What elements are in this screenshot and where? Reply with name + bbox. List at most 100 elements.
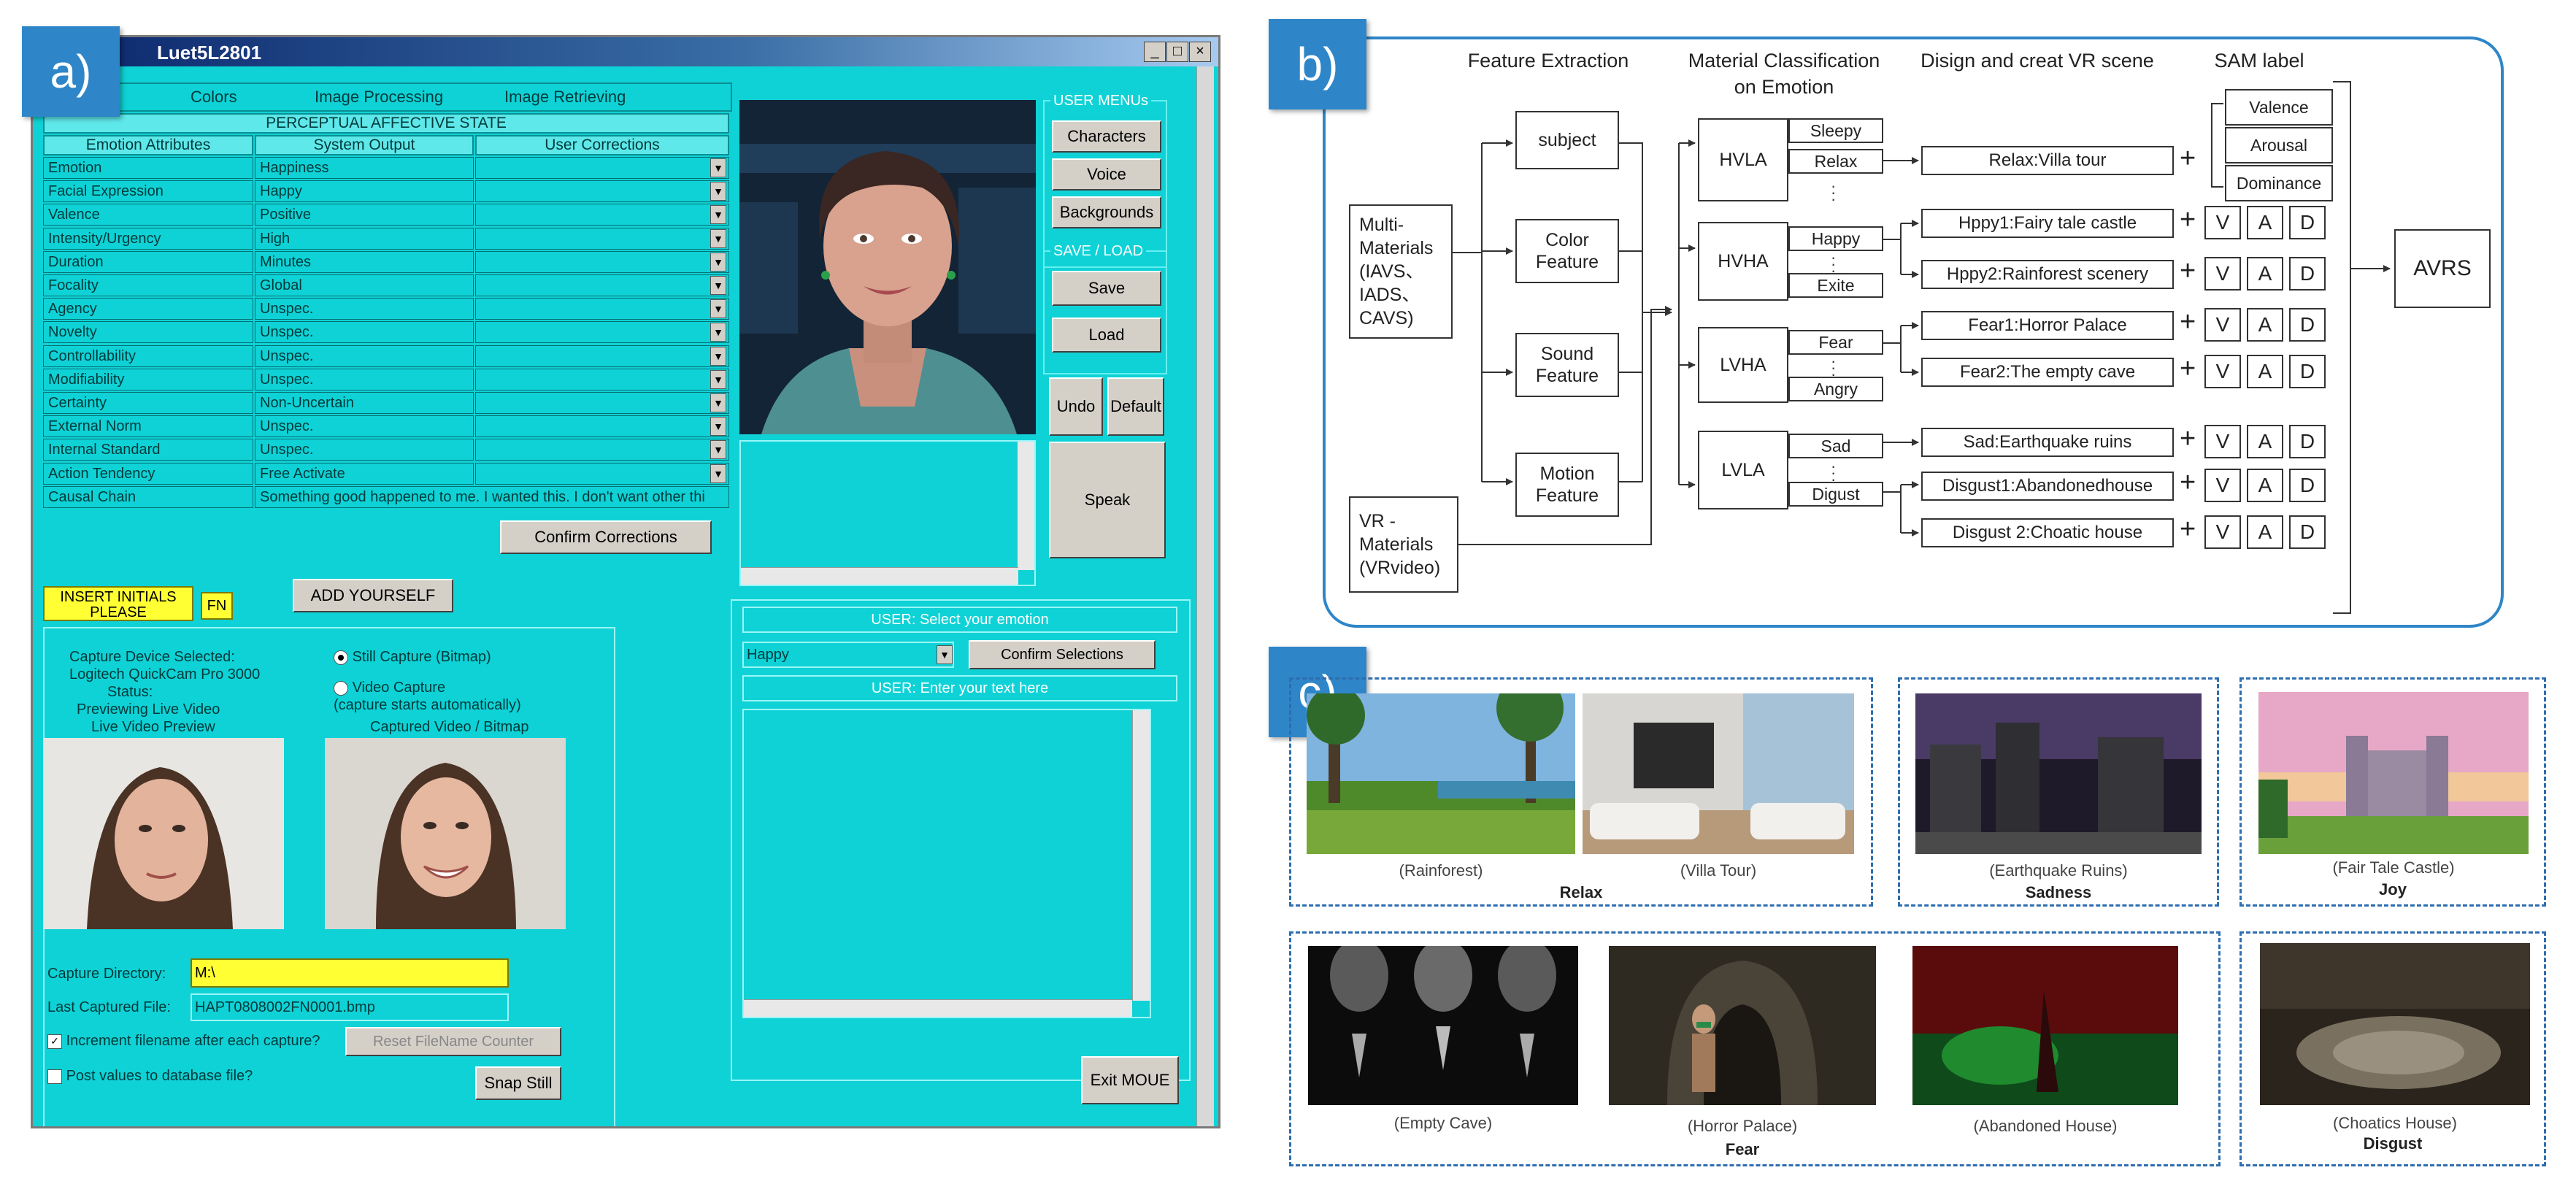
sound-feature-line-2: Feature [1535,366,1599,386]
relax-box: Relax [1788,149,1883,174]
lvla-box: LVLA [1698,431,1788,509]
scene-fear-1: Fear1:Horror Palace [1921,311,2174,340]
color-feature-box: Color Feature [1515,219,1619,283]
choatic-house-image [2260,943,2530,1105]
sam-valence: Valence [2225,89,2333,126]
sound-feature-box: Sound Feature [1515,333,1619,397]
category-sadness: Sadness [2025,883,2092,901]
empty-cave-image [1308,946,1578,1105]
vr-line-2: Materials [1359,534,1434,555]
category-relax: Relax [1559,883,1603,901]
hvla-box: HVLA [1698,118,1788,201]
motion-feature-line-1: Motion [1539,464,1595,484]
scene-happy-1: Hppy1:Fairy tale castle [1921,209,2174,238]
dominance-label: D [2289,515,2326,549]
fear-box: Fear [1788,330,1883,355]
digust-box: Digust [1788,482,1883,507]
plus-sign: + [2180,514,2196,545]
valence-label: V [2204,469,2241,502]
plus-sign: + [2180,307,2196,337]
scene-happy-2: Hppy2:Rainforest scenery [1921,260,2174,289]
header-on-emotion: on Emotion [1734,76,1834,98]
multi-line-5: CAVS) [1359,308,1414,328]
category-joy: Joy [2379,880,2407,899]
caption-choatic: (Choatics House) [2333,1114,2457,1132]
caption-rainforest: (Rainforest) [1399,861,1483,880]
scene-fear-2: Fear2:The empty cave [1921,358,2174,387]
arousal-label: A [2247,206,2283,239]
category-fear: Fear [1725,1140,1760,1158]
valence-label: V [2204,308,2241,342]
caption-earthquake: (Earthquake Ruins) [1989,861,2128,880]
sad-box: Sad [1788,434,1883,458]
vr-line-1: VR - [1359,511,1396,531]
header-material-classification: Material Classification [1688,50,1880,72]
caption-palace: (Horror Palace) [1687,1117,1798,1135]
earthquake-image [1915,693,2202,854]
rainforest-image [1307,693,1575,854]
horror-palace-drawing [1609,946,1876,1105]
avrs-box: AVRS [2394,229,2491,308]
caption-abandoned: (Abandoned House) [1973,1117,2118,1135]
hvla-ellipsis: · · · [1831,177,1837,208]
arousal-label: A [2247,257,2283,291]
arousal-label: A [2247,355,2283,388]
horror-palace-image [1609,946,1876,1105]
sleepy-box: Sleepy [1788,118,1883,143]
hvha-ellipsis: · · · [1831,248,1837,280]
hvha-box: HVHA [1698,222,1788,301]
choatic-house-drawing [2260,943,2530,1105]
sam-arousal: Arousal [2225,127,2333,164]
arousal-label: A [2247,425,2283,458]
scene-relax: Relax:Villa tour [1921,146,2174,175]
plus-sign: + [2180,423,2196,454]
exite-box: Exite [1788,273,1883,298]
dominance-label: D [2289,257,2326,291]
vr-materials-box: VR - Materials (VRvideo) [1349,496,1458,593]
scene-disgust-2: Disgust 2:Choatic house [1921,518,2174,547]
category-disgust: Disgust [2363,1134,2423,1153]
lvha-box: LVHA [1698,327,1788,403]
villa-image [1583,693,1854,854]
multi-line-4: IADS、 [1359,285,1420,305]
multi-line-3: (IAVS、 [1359,261,1424,282]
plus-sign: + [2180,467,2196,498]
castle-drawing [2258,692,2529,854]
castle-image [2258,692,2529,854]
motion-feature-box: Motion Feature [1515,453,1619,517]
plus-sign: + [2180,204,2196,235]
vr-line-3: (VRvideo) [1359,558,1441,578]
earthquake-drawing [1915,693,2202,854]
caption-villa: (Villa Tour) [1680,861,1757,880]
valence-label: V [2204,425,2241,458]
header-sam-label: SAM label [2214,50,2304,72]
happy-box: Happy [1788,226,1883,251]
valence-label: V [2204,515,2241,549]
angry-box: Angry [1788,377,1883,401]
color-feature-line-1: Color [1545,230,1589,250]
multi-line-2: Materials [1359,238,1434,258]
dominance-label: D [2289,206,2326,239]
scene-disgust-1: Disgust1:Abandonedhouse [1921,472,2174,501]
color-feature-line-2: Feature [1535,252,1599,272]
multi-materials-box: Multi- Materials (IAVS、 IADS、 CAVS) [1349,204,1453,339]
dominance-label: D [2289,308,2326,342]
valence-label: V [2204,355,2241,388]
dominance-label: D [2289,355,2326,388]
dominance-label: D [2289,425,2326,458]
villa-drawing [1583,693,1854,854]
caption-castle: (Fair Tale Castle) [2332,858,2455,877]
valence-label: V [2204,206,2241,239]
rainforest-drawing [1307,693,1575,854]
multi-line-1: Multi- [1359,215,1404,235]
arousal-label: A [2247,469,2283,502]
valence-label: V [2204,257,2241,291]
arousal-label: A [2247,308,2283,342]
arousal-label: A [2247,515,2283,549]
header-feature-extraction: Feature Extraction [1467,50,1629,72]
plus-relax: + [2180,143,2196,174]
sound-feature-line-1: Sound [1540,344,1594,364]
subject-box: subject [1515,111,1619,169]
motion-feature-line-2: Feature [1535,485,1599,506]
empty-cave-drawing [1308,946,1578,1105]
